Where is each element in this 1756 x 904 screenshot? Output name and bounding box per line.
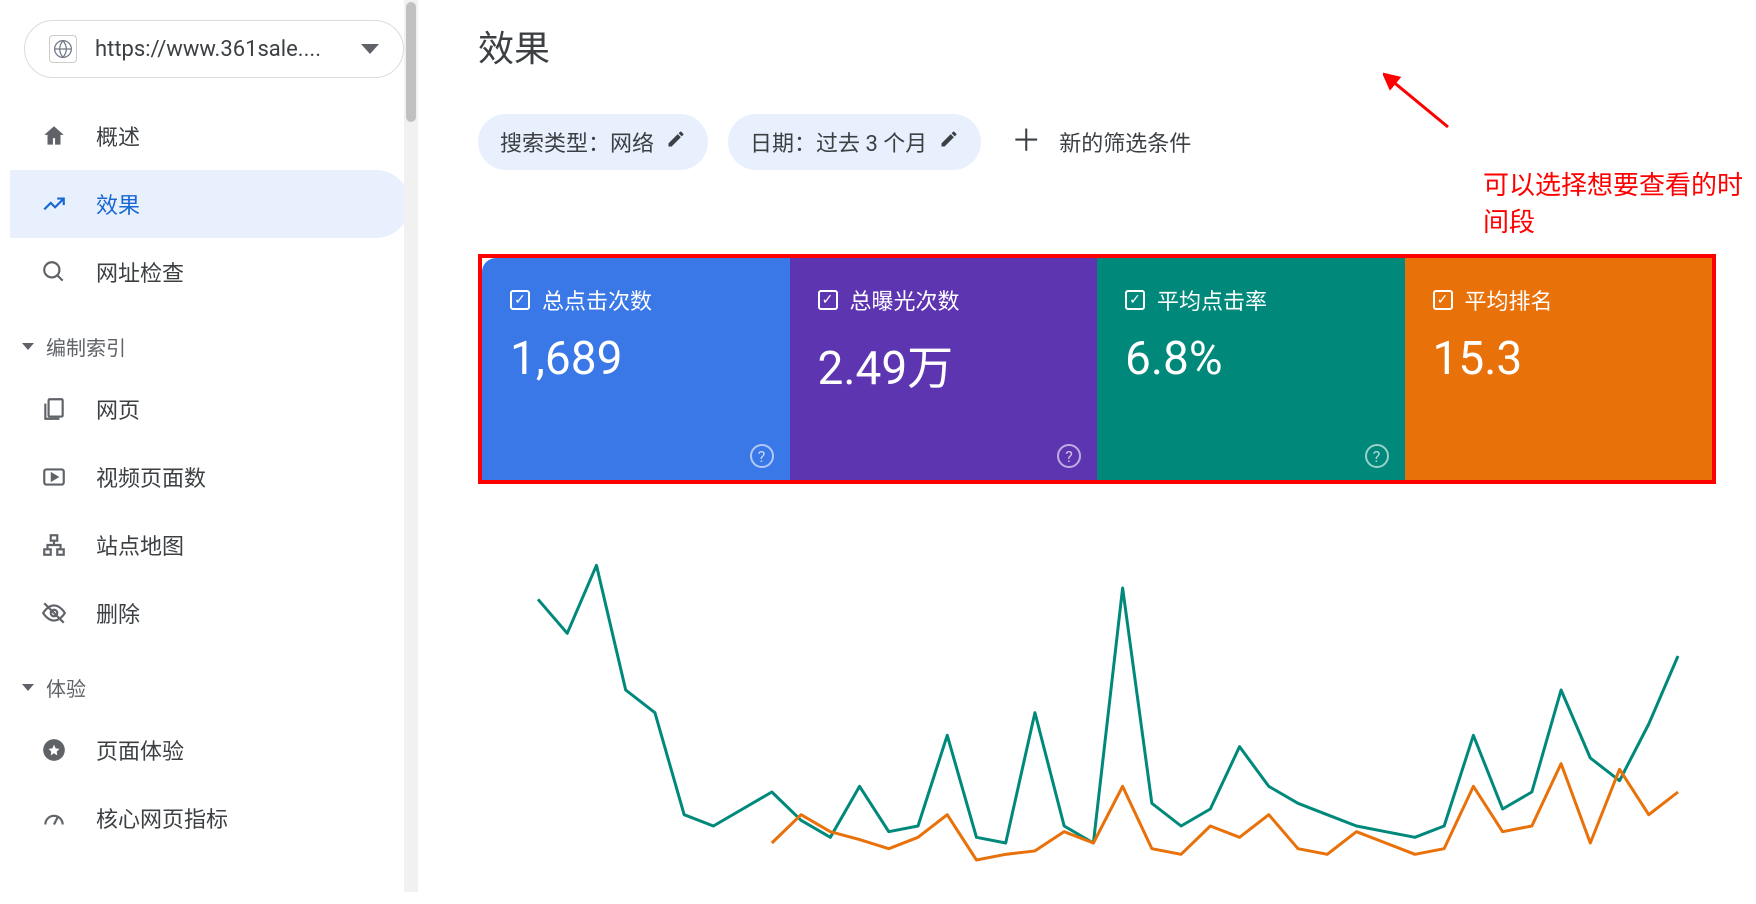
nav-label: 删除: [96, 597, 140, 629]
nav-video-pages[interactable]: 视频页面数: [10, 443, 410, 511]
help-icon[interactable]: ?: [1734, 444, 1756, 468]
main-content: 效果 搜索类型：网络 日期：过去 3 个月 ＋ 新的筛选条件 可以选择: [418, 0, 1756, 892]
trending-icon: [40, 190, 68, 218]
help-icon[interactable]: ?: [1057, 444, 1081, 468]
nav-pages[interactable]: 网页: [10, 375, 410, 443]
scrollbar-thumb[interactable]: [406, 2, 416, 122]
metric-value: 1,689: [510, 332, 762, 386]
scrollbar[interactable]: [404, 0, 418, 892]
globe-icon: [49, 35, 77, 63]
section-label: 编制索引: [46, 332, 126, 361]
filter-date[interactable]: 日期：过去 3 个月: [728, 114, 981, 170]
caret-down-icon: [22, 684, 34, 691]
metric-label: 总点击次数: [542, 284, 652, 316]
nav-sitemaps[interactable]: 站点地图: [10, 511, 410, 579]
pages-icon: [40, 395, 68, 423]
plus-icon: ＋: [1011, 132, 1041, 152]
home-icon: [40, 122, 68, 150]
visibility-off-icon: [40, 599, 68, 627]
nav-label: 视频页面数: [96, 461, 206, 493]
help-icon[interactable]: ?: [1365, 444, 1389, 468]
metric-position[interactable]: ✓ 平均排名 15.3 ?: [1405, 258, 1713, 480]
nav-label: 页面体验: [96, 734, 184, 766]
checkbox-icon: ✓: [1125, 290, 1145, 310]
metric-clicks[interactable]: ✓ 总点击次数 1,689 ?: [482, 258, 790, 480]
chip-label: 搜索类型：网络: [500, 126, 654, 158]
section-label: 体验: [46, 673, 86, 702]
metric-impressions[interactable]: ✓ 总曝光次数 2.49万 ?: [790, 258, 1098, 480]
nav-label: 概述: [96, 120, 140, 152]
sidebar: https://www.361sale.... 概述 效果 网址检查 编制索引: [0, 0, 418, 892]
site-url: https://www.361sale....: [95, 37, 343, 62]
metrics-panel: ✓ 总点击次数 1,689 ? ✓ 总曝光次数 2.49万 ? ✓ 平均点击率: [478, 254, 1716, 484]
nav-label: 核心网页指标: [96, 802, 228, 834]
checkbox-icon: ✓: [510, 290, 530, 310]
performance-chart: [478, 544, 1716, 904]
nav-removals[interactable]: 删除: [10, 579, 410, 647]
add-filter-button[interactable]: ＋ 新的筛选条件: [1001, 114, 1201, 170]
metric-label: 平均点击率: [1157, 284, 1267, 316]
nav-page-experience[interactable]: 页面体验: [10, 716, 410, 784]
section-experience[interactable]: 体验: [10, 647, 418, 716]
site-selector[interactable]: https://www.361sale....: [24, 20, 404, 78]
add-filter-label: 新的筛选条件: [1059, 126, 1191, 158]
metric-value: 15.3: [1433, 332, 1685, 386]
nav-url-inspection[interactable]: 网址检查: [10, 238, 410, 306]
sitemap-icon: [40, 531, 68, 559]
page-title: 效果: [478, 20, 1716, 72]
video-icon: [40, 463, 68, 491]
chip-label: 日期：过去 3 个月: [750, 126, 927, 158]
filter-search-type[interactable]: 搜索类型：网络: [478, 114, 708, 170]
checkbox-icon: ✓: [818, 290, 838, 310]
nav-core-web-vitals[interactable]: 核心网页指标: [10, 784, 410, 852]
help-icon[interactable]: ?: [750, 444, 774, 468]
search-icon: [40, 258, 68, 286]
edit-icon: [939, 129, 959, 155]
nav-label: 网址检查: [96, 256, 184, 288]
annotation-text: 可以选择想要查看的时间段: [1483, 165, 1756, 239]
speed-icon: [40, 804, 68, 832]
star-circle-icon: [40, 736, 68, 764]
nav-overview[interactable]: 概述: [10, 102, 410, 170]
metric-label: 总曝光次数: [850, 284, 960, 316]
chevron-down-icon: [361, 44, 379, 54]
nav-label: 站点地图: [96, 529, 184, 561]
metric-value: 6.8%: [1125, 332, 1377, 386]
metric-ctr[interactable]: ✓ 平均点击率 6.8% ?: [1097, 258, 1405, 480]
filter-bar: 搜索类型：网络 日期：过去 3 个月 ＋ 新的筛选条件: [478, 114, 1716, 170]
metric-label: 平均排名: [1465, 284, 1553, 316]
checkbox-icon: ✓: [1433, 290, 1453, 310]
section-indexing[interactable]: 编制索引: [10, 306, 418, 375]
edit-icon: [666, 129, 686, 155]
metric-value: 2.49万: [818, 332, 1070, 398]
caret-down-icon: [22, 343, 34, 350]
nav-label: 网页: [96, 393, 140, 425]
nav-label: 效果: [96, 188, 140, 220]
nav-performance[interactable]: 效果: [10, 170, 410, 238]
